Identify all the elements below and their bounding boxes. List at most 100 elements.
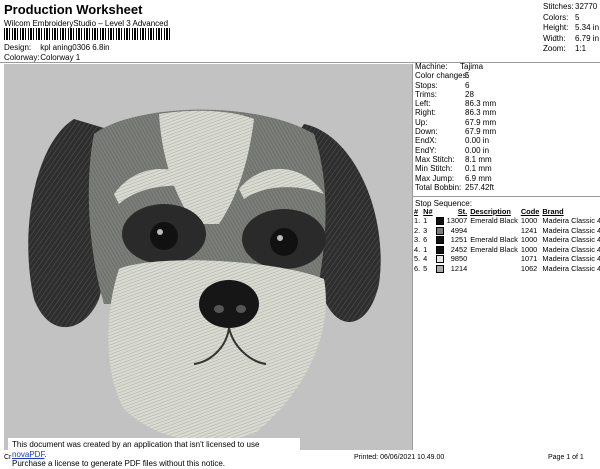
- col-brand: Brand: [542, 207, 564, 216]
- row-code: 1071: [520, 254, 538, 264]
- row-index: 3.: [414, 235, 421, 245]
- col-description: Description: [470, 207, 511, 216]
- color-swatch: [435, 236, 444, 245]
- table-row: 4. 1 2452 Emerald Black 1000 Madeira Classic …: [413, 245, 600, 255]
- page-number: Page 1 of 1: [548, 454, 584, 461]
- stop-sequence-table: # N# St. Description Code Brand 1. 1 13007…: [413, 207, 600, 273]
- row-swatch: [435, 254, 446, 264]
- row-needle: 4: [423, 254, 428, 264]
- row-brand: Madeira Classic 40: [542, 254, 600, 264]
- detail-right: Right: 86.3 mm: [415, 108, 497, 118]
- row-brand: Madeira Classic 40: [542, 225, 600, 235]
- colorway-value: Colorway 1: [40, 53, 81, 62]
- stat-width: Width: 6.79 in: [543, 33, 600, 43]
- row-description: [469, 264, 520, 274]
- color-swatch: [435, 255, 444, 264]
- novapdf-link[interactable]: novaPDF: [12, 450, 44, 459]
- detail-machine: Machine: Tajima: [415, 62, 484, 71]
- worksheet-title: Production Worksheet: [4, 2, 143, 17]
- footer-left: Cr: [4, 454, 12, 461]
- dog-embroidery-image: [28, 109, 381, 441]
- detail-total-bobbin: Total Bobbin: 257.42ft: [415, 182, 494, 192]
- row-needle: 1: [423, 244, 428, 254]
- row-brand: Madeira Classic 40: [542, 235, 600, 245]
- notice-line-1: This document was created by an applicat…: [12, 440, 260, 459]
- detail-stops: Stops: 6: [415, 80, 470, 90]
- colorway-label: Colorway:: [4, 53, 40, 62]
- sequence-divider: [413, 196, 600, 197]
- detail-max-stitch: Max Stitch: 8.1 mm: [415, 154, 492, 164]
- row-description: Emerald Black: [470, 235, 518, 245]
- row-index: 1.: [414, 216, 421, 226]
- summary-stats: Stitches:32770 Colors: 5 Height: 5.34 in W…: [543, 2, 599, 55]
- row-swatch: [435, 264, 446, 274]
- row-needle: 6: [423, 235, 428, 245]
- detail-trims: Trims: 28: [415, 89, 474, 99]
- row-stitches: 2452: [450, 244, 468, 254]
- table-row: 3. 6 1251 Emerald Black 1000 Madeira Classic …: [413, 235, 600, 245]
- row-index: 6.: [414, 263, 421, 273]
- table-row: 2. 3 4994 1241 Madeira Classic 40: [413, 226, 600, 236]
- design-value: kpl aning0306 6.8in: [40, 43, 110, 52]
- detail-endy: EndY: 0.00 in: [415, 145, 490, 155]
- table-row: 5. 4 9850 1071 Madeira Classic 40: [413, 254, 600, 264]
- row-stitches: 1214: [450, 263, 468, 273]
- design-row: Design: kpl aning0306 6.8in: [4, 43, 110, 52]
- color-swatch: [435, 217, 444, 226]
- row-swatch: [435, 245, 446, 255]
- row-swatch: [435, 235, 446, 245]
- row-code: 1062: [520, 263, 538, 273]
- detail-min-stitch: Min Stitch: 0.1 mm: [415, 164, 492, 174]
- row-stitches: 9850: [450, 254, 468, 264]
- detail-left: Left: 86.3 mm: [415, 99, 497, 109]
- header-divider: [0, 62, 600, 63]
- software-name: Wilcom EmbroideryStudio – Level 3 Advanc…: [4, 19, 169, 28]
- col-stitches: St.: [457, 207, 468, 216]
- col-needle: N#: [423, 207, 433, 216]
- row-description: Emerald Black: [470, 244, 518, 254]
- row-brand: Madeira Classic 40: [542, 244, 600, 254]
- color-swatch: [435, 264, 444, 273]
- row-swatch: [435, 216, 446, 226]
- design-label: Design:: [4, 43, 32, 52]
- row-brand: Madeira Classic 40: [542, 263, 600, 273]
- row-description: [469, 254, 520, 264]
- row-stitches: 4994: [450, 225, 468, 235]
- machine-details: Machine: Tajima Color changes:5 Stops: 6 T…: [415, 62, 496, 192]
- row-description: Emerald Black: [470, 216, 518, 226]
- row-index: 5.: [414, 254, 421, 264]
- colorway-row: Colorway: Colorway 1: [4, 53, 80, 62]
- row-swatch: [435, 226, 446, 236]
- detail-max-jump: Max Jump: 6.9 mm: [415, 173, 492, 183]
- row-stitches: 13007: [446, 216, 468, 226]
- row-code: 1000: [520, 244, 538, 254]
- row-needle: 1: [423, 216, 428, 226]
- stat-stitches: Stitches:32770: [543, 2, 598, 11]
- row-needle: 5: [423, 263, 428, 273]
- printed-date: Printed: 06/06/2021 10.49.00: [354, 454, 445, 461]
- row-index: 2.: [414, 225, 421, 235]
- row-needle: 3: [423, 225, 428, 235]
- design-preview: [4, 64, 412, 450]
- detail-up: Up: 67.9 mm: [415, 117, 497, 127]
- row-code: 1000: [520, 216, 538, 226]
- row-stitches: 1251: [450, 235, 468, 245]
- table-row: 1. 1 13007 Emerald Black 1000 Madeira Classic…: [413, 216, 600, 226]
- row-description: [469, 226, 520, 236]
- table-header: # N# St. Description Code Brand: [413, 207, 600, 216]
- detail-down: Down: 67.9 mm: [415, 127, 497, 137]
- col-code: Code: [520, 207, 540, 216]
- detail-color-changes: Color changes:5: [415, 71, 470, 81]
- stat-zoom: Zoom: 1:1: [543, 44, 587, 53]
- stat-colors: Colors: 5: [543, 12, 580, 22]
- detail-endx: EndX: 0.00 in: [415, 136, 490, 146]
- license-notice: This document was created by an applicat…: [8, 438, 300, 468]
- color-swatch: [435, 226, 444, 235]
- row-brand: Madeira Classic 40: [542, 216, 600, 226]
- stat-height: Height: 5.34 in: [543, 23, 600, 32]
- row-code: 1241: [520, 225, 538, 235]
- row-code: 1000: [520, 235, 538, 245]
- barcode: [4, 28, 170, 40]
- table-row: 6. 5 1214 1062 Madeira Classic 40: [413, 264, 600, 274]
- color-swatch: [435, 245, 444, 254]
